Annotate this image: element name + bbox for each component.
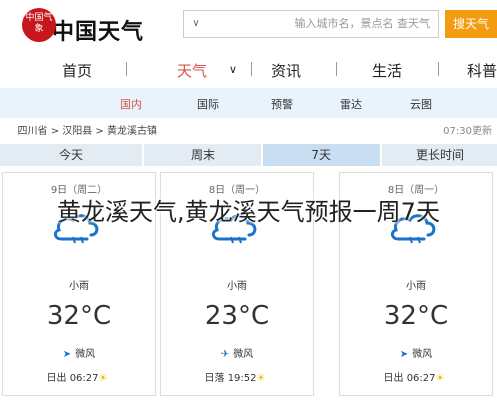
tab-longer-label: 更长时间 bbox=[415, 148, 464, 162]
site-logo[interactable]: 中国天气 中国气象 bbox=[22, 8, 152, 45]
search-input[interactable]: 输入城市名，景点名 查天气 bbox=[183, 10, 439, 38]
subnav-item-cloud[interactable]: 云图 bbox=[410, 96, 432, 112]
wind-direction-icon: ➤ bbox=[62, 349, 72, 360]
nav-item-life[interactable]: 生活 bbox=[372, 60, 402, 81]
wind-direction-icon: ➤ bbox=[399, 349, 409, 360]
nav-separator bbox=[438, 62, 439, 76]
main-nav: 首页 天气 ∨ 资讯 生活 科普 bbox=[0, 52, 497, 90]
forecast-sun: 日出 06:27☀ bbox=[340, 369, 492, 384]
subnav-item-domestic[interactable]: 国内 bbox=[120, 96, 142, 112]
tab-weekend-label: 周末 bbox=[190, 148, 215, 162]
sun-icon: ☀ bbox=[435, 373, 445, 384]
forecast-temperature: 32°C bbox=[383, 301, 449, 331]
nav-separator bbox=[251, 62, 252, 76]
wind-direction-icon: ✈ bbox=[220, 349, 230, 360]
nav-item-news[interactable]: 资讯 bbox=[271, 60, 301, 81]
breadcrumb-row: 四川省 > 汉阳县 > 黄龙溪古镇 07:30更新 bbox=[0, 122, 497, 140]
tab-7day[interactable]: 7天 bbox=[263, 144, 380, 166]
nav-item-home[interactable]: 首页 bbox=[62, 60, 92, 81]
logo-text: 中国天气 bbox=[52, 19, 145, 45]
nav-item-science[interactable]: 科普 bbox=[467, 60, 497, 81]
forecast-sun: 日落 19:52☀ bbox=[161, 369, 313, 384]
forecast-tabs: 今天 周末 7天 更长时间 bbox=[0, 144, 497, 166]
sun-icon: ☀ bbox=[98, 373, 108, 384]
subnav-item-warning[interactable]: 预警 bbox=[271, 96, 293, 112]
wind-label: 微风 bbox=[233, 349, 254, 360]
search-button[interactable]: 搜天气 bbox=[445, 10, 497, 38]
top-bar: 搜天气 输入城市名，景点名 查天气 ∨ 中国天气 中国气象 bbox=[0, 0, 497, 52]
sun-label: 日出 06:27 bbox=[46, 373, 99, 384]
subnav-item-international[interactable]: 国际 bbox=[197, 96, 219, 112]
logo-seal-icon: 中国气象 bbox=[22, 8, 56, 42]
wind-label: 微风 bbox=[75, 349, 96, 360]
nav-weather-label: 天气 bbox=[176, 62, 207, 80]
forecast-temperature: 32°C bbox=[46, 301, 112, 331]
sun-label: 日落 19:52 bbox=[204, 373, 257, 384]
chevron-down-icon[interactable]: ∨ bbox=[229, 63, 237, 76]
tab-longer[interactable]: 更长时间 bbox=[382, 144, 497, 166]
sun-label: 日出 06:27 bbox=[383, 373, 436, 384]
sub-nav: 国内 国际 预警 雷达 云图 bbox=[0, 88, 497, 118]
forecast-condition: 小雨 bbox=[227, 281, 247, 292]
overlay-title: 黄龙溪天气,黄龙溪天气预报一周7天 bbox=[57, 198, 440, 226]
forecast-sun: 日出 06:27☀ bbox=[3, 369, 155, 384]
forecast-condition: 小雨 bbox=[406, 281, 426, 292]
forecast-condition: 小雨 bbox=[69, 281, 89, 292]
forecast-wind: ✈ 微风 bbox=[161, 345, 313, 360]
breadcrumb[interactable]: 四川省 > 汉阳县 > 黄龙溪古镇 bbox=[18, 122, 157, 137]
nav-separator bbox=[336, 62, 337, 76]
sun-icon: ☀ bbox=[256, 373, 266, 384]
nav-separator bbox=[126, 62, 127, 76]
subnav-item-radar[interactable]: 雷达 bbox=[340, 96, 362, 112]
nav-item-weather[interactable]: 天气 bbox=[177, 60, 207, 81]
tab-today[interactable]: 今天 bbox=[0, 144, 142, 166]
forecast-wind: ➤ 微风 bbox=[340, 345, 492, 360]
search-placeholder: 输入城市名，景点名 查天气 bbox=[294, 17, 431, 30]
tab-7day-label: 7天 bbox=[311, 148, 332, 162]
tab-weekend[interactable]: 周末 bbox=[144, 144, 261, 166]
forecast-temperature: 23°C bbox=[204, 301, 270, 331]
wind-label: 微风 bbox=[412, 349, 433, 360]
tab-today-label: 今天 bbox=[59, 148, 84, 162]
search-dropdown[interactable]: ∨ bbox=[185, 10, 207, 38]
forecast-wind: ➤ 微风 bbox=[3, 345, 155, 360]
update-time: 07:30更新 bbox=[443, 126, 492, 137]
